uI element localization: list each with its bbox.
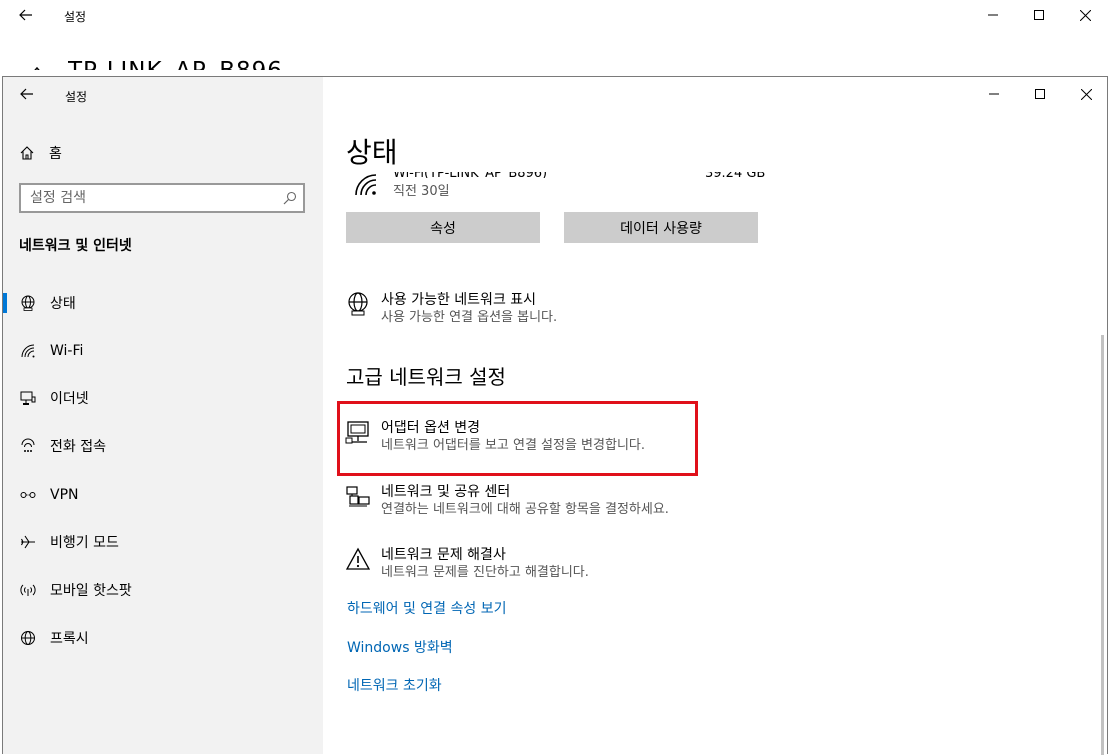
page-title: 상태 [346, 136, 398, 169]
sidebar: 설정 홈 네트워크 및 인터넷 상태 Wi-Fi [3, 77, 323, 754]
wifi-icon [20, 343, 36, 359]
sidebar-item-label: 상태 [50, 296, 76, 312]
sharing-center-title: 네트워크 및 공유 센터 [381, 484, 511, 500]
sharing-center-subtitle: 연결하는 네트워크에 대해 공유할 항목을 결정하세요. [381, 502, 669, 517]
window-title: 설정 [65, 90, 88, 104]
sidebar-item-label: Wi-Fi [50, 343, 84, 359]
wifi-usage-period: 직전 30일 [393, 184, 450, 199]
background-settings-window: 설정 TP-LINK_AP_B896 [0, 0, 1109, 76]
home-icon [19, 145, 35, 161]
dialup-icon [20, 438, 36, 454]
minimize-icon[interactable] [970, 0, 1016, 30]
highlight-box [337, 401, 698, 476]
globe-icon [20, 630, 36, 646]
sidebar-item-proxy[interactable]: 프록시 [3, 618, 323, 658]
sidebar-item-vpn[interactable]: VPN [3, 475, 323, 515]
scrollbar[interactable] [1101, 335, 1104, 755]
search-input[interactable] [21, 185, 280, 211]
sidebar-item-label: 비행기 모드 [50, 535, 119, 551]
wifi-data-usage: 39.24 GB [705, 172, 765, 178]
minimize-icon[interactable] [971, 79, 1017, 109]
sharing-center-link[interactable]: 네트워크 및 공유 센터 연결하는 네트워크에 대해 공유할 항목을 결정하세요… [345, 483, 669, 519]
troubleshooter-subtitle: 네트워크 문제를 진단하고 해결합니다. [381, 565, 589, 580]
windows-firewall-link[interactable]: Windows 방화벽 [347, 637, 453, 657]
sidebar-item-dialup[interactable]: 전화 접속 [3, 426, 323, 466]
sharing-center-icon [345, 483, 371, 509]
network-globe-icon [345, 291, 371, 317]
show-networks-title: 사용 가능한 네트워크 표시 [381, 292, 537, 308]
section-title: 네트워크 및 인터넷 [19, 238, 132, 254]
troubleshooter-link[interactable]: 네트워크 문제 해결사 네트워크 문제를 진단하고 해결합니다. [345, 546, 589, 582]
network-reset-link[interactable]: 네트워크 초기화 [347, 675, 442, 695]
sidebar-item-label: VPN [50, 487, 79, 503]
data-usage-button[interactable]: 데이터 사용량 [564, 212, 758, 243]
maximize-icon[interactable] [1016, 0, 1062, 30]
sidebar-item-label: 이더넷 [50, 391, 89, 407]
sidebar-item-ethernet[interactable]: 이더넷 [3, 378, 323, 418]
search-box[interactable] [19, 183, 305, 213]
hardware-properties-link[interactable]: 하드웨어 및 연결 속성 보기 [347, 598, 506, 618]
sidebar-item-label: 프록시 [50, 631, 89, 647]
sidebar-item-hotspot[interactable]: 모바일 핫스팟 [3, 570, 323, 610]
wifi-icon [353, 172, 381, 202]
show-networks-subtitle: 사용 가능한 연결 옵션을 봅니다. [381, 310, 558, 325]
maximize-icon[interactable] [1017, 79, 1063, 109]
wifi-network-name: Wi-Fi(TP-LINK_AP_B896) [393, 172, 547, 178]
ethernet-icon [20, 390, 36, 406]
advanced-settings-heading: 고급 네트워크 설정 [346, 365, 506, 389]
properties-button[interactable]: 속성 [346, 212, 540, 243]
troubleshooter-title: 네트워크 문제 해결사 [381, 547, 506, 563]
window-title: 설정 [64, 10, 87, 24]
close-icon[interactable] [1062, 0, 1108, 30]
chevron-up-icon [26, 54, 48, 70]
globe-status-icon [20, 295, 36, 311]
warning-icon [345, 546, 371, 572]
sidebar-item-status[interactable]: 상태 [3, 283, 323, 323]
settings-window: 설정 홈 네트워크 및 인터넷 상태 Wi-Fi [2, 76, 1109, 755]
airplane-icon [20, 534, 36, 550]
show-networks-link[interactable]: 사용 가능한 네트워크 표시 사용 가능한 연결 옵션을 봅니다. [345, 291, 557, 327]
wifi-status-row: Wi-Fi(TP-LINK_AP_B896) 39.24 GB 직전 30일 [353, 172, 773, 202]
search-icon[interactable] [283, 190, 297, 209]
back-arrow-icon[interactable] [4, 79, 50, 109]
home-label: 홈 [49, 146, 62, 162]
close-icon[interactable] [1063, 79, 1109, 109]
sidebar-home[interactable]: 홈 [19, 143, 62, 163]
back-arrow-icon[interactable] [3, 0, 49, 30]
sidebar-item-wifi[interactable]: Wi-Fi [3, 331, 323, 371]
sidebar-item-label: 전화 접속 [50, 439, 106, 455]
sidebar-item-airplane[interactable]: 비행기 모드 [3, 522, 323, 562]
background-network-title: TP-LINK_AP_B896 [68, 56, 283, 70]
hotspot-icon [20, 582, 36, 598]
vpn-icon [20, 487, 36, 503]
sidebar-item-label: 모바일 핫스팟 [50, 583, 132, 599]
